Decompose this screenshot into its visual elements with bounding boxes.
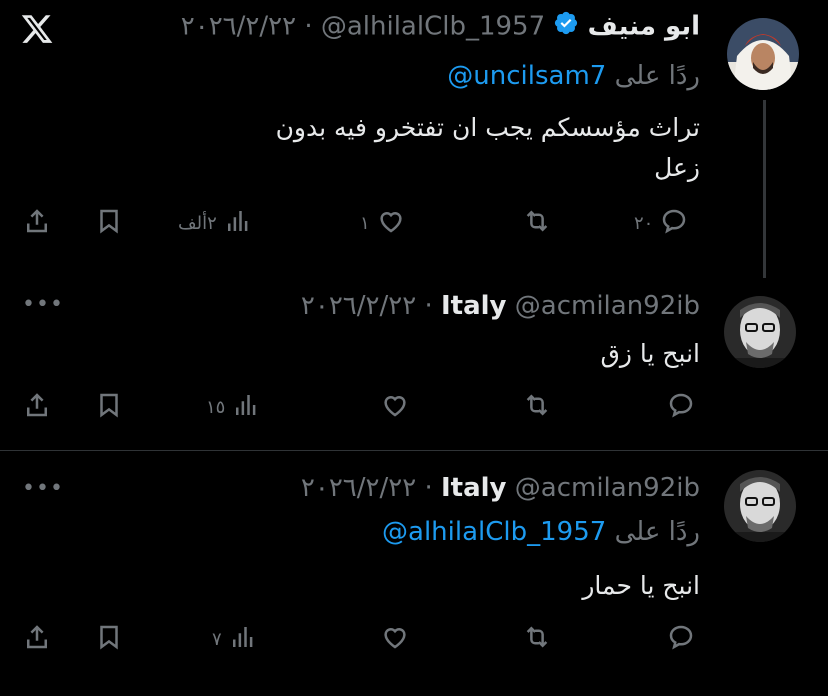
reply-button[interactable] xyxy=(666,390,696,425)
bookmark-button[interactable] xyxy=(94,206,124,241)
like-button[interactable]: ١ xyxy=(360,206,406,241)
tweet-header: ابو منيف @alhilalClb_1957 · ٢٠٢٦/٢/٢٢ xyxy=(181,10,700,44)
avatar[interactable] xyxy=(724,470,796,542)
reply-icon xyxy=(666,390,696,425)
reply-to-handle[interactable]: @uncilsam7 xyxy=(447,61,606,91)
views-button[interactable]: ١٥ xyxy=(206,390,261,425)
share-button[interactable] xyxy=(22,390,52,425)
bookmark-button[interactable] xyxy=(94,390,124,425)
more-icon[interactable]: ••• xyxy=(22,476,64,501)
share-icon xyxy=(22,390,52,425)
author-name[interactable]: Italy xyxy=(441,473,507,503)
views-icon xyxy=(231,390,261,425)
author-name[interactable]: Italy xyxy=(441,291,507,321)
retweet-icon xyxy=(522,206,552,241)
tweet-text-line: انبح يا زق xyxy=(600,339,700,368)
like-icon xyxy=(380,622,410,657)
verified-badge-icon xyxy=(553,10,579,44)
views-button[interactable]: ٧ xyxy=(212,622,258,657)
share-icon xyxy=(22,622,52,657)
dot-separator: · xyxy=(424,473,433,503)
tweet-date[interactable]: ٢٠٢٦/٢/٢٢ xyxy=(181,12,296,42)
reply-button[interactable]: ٢٠ xyxy=(634,206,689,241)
tweet-separator xyxy=(0,450,828,451)
views-count: ٧ xyxy=(212,629,222,650)
reply-context: ردًا على @alhilalClb_1957 xyxy=(382,516,700,548)
thread-line xyxy=(763,100,766,278)
author-handle[interactable]: @alhilalClb_1957 xyxy=(321,12,545,42)
tweet-header: Italy @acmilan92ib · ٢٠٢٦/٢/٢٢ xyxy=(301,290,700,322)
tweet-text: تراث مؤسسكم يجب ان تفتخرو فيه بدون زعل xyxy=(180,108,700,188)
views-icon xyxy=(223,206,253,241)
bookmark-button[interactable] xyxy=(94,622,124,657)
reply-count: ٢٠ xyxy=(634,213,654,234)
bookmark-icon xyxy=(94,622,124,657)
reply-to-handle[interactable]: @alhilalClb_1957 xyxy=(382,517,606,547)
author-handle[interactable]: @acmilan92ib xyxy=(515,473,700,503)
tweet-date[interactable]: ٢٠٢٦/٢/٢٢ xyxy=(301,291,416,321)
retweet-button[interactable] xyxy=(522,206,552,241)
tweet-date[interactable]: ٢٠٢٦/٢/٢٢ xyxy=(301,473,416,503)
tweet-text-line: زعل xyxy=(654,153,700,182)
retweet-icon xyxy=(522,390,552,425)
avatar[interactable] xyxy=(724,296,796,368)
tweet-text: انبح يا زق xyxy=(180,334,700,374)
reply-icon xyxy=(659,206,689,241)
dot-separator: · xyxy=(304,11,313,42)
reply-icon xyxy=(666,622,696,657)
views-button[interactable]: ٢ألف xyxy=(178,206,253,241)
reply-context: ردًا على @uncilsam7 xyxy=(447,60,700,92)
reply-prefix: ردًا على xyxy=(614,517,700,547)
like-button[interactable] xyxy=(380,622,410,657)
avatar[interactable] xyxy=(727,18,799,90)
author-name[interactable]: ابو منيف xyxy=(588,12,700,42)
share-button[interactable] xyxy=(22,206,52,241)
dot-separator: · xyxy=(424,291,433,321)
views-count: ١٥ xyxy=(206,397,226,418)
like-count: ١ xyxy=(360,213,370,234)
views-count: ٢ألف xyxy=(178,213,217,234)
x-logo-icon[interactable] xyxy=(20,12,54,46)
retweet-button[interactable] xyxy=(522,390,552,425)
tweet-text-line: تراث مؤسسكم يجب ان تفتخرو فيه بدون xyxy=(275,113,700,142)
bookmark-icon xyxy=(94,390,124,425)
like-icon xyxy=(376,206,406,241)
like-button[interactable] xyxy=(380,390,410,425)
retweet-icon xyxy=(522,622,552,657)
share-icon xyxy=(22,206,52,241)
reply-prefix: ردًا على xyxy=(614,61,700,91)
bookmark-icon xyxy=(94,206,124,241)
views-icon xyxy=(228,622,258,657)
author-handle[interactable]: @acmilan92ib xyxy=(515,291,700,321)
tweet-text-line: انبح يا حمار xyxy=(582,571,700,600)
retweet-button[interactable] xyxy=(522,622,552,657)
like-icon xyxy=(380,390,410,425)
tweet-header: Italy @acmilan92ib · ٢٠٢٦/٢/٢٢ xyxy=(301,472,700,504)
share-button[interactable] xyxy=(22,622,52,657)
reply-button[interactable] xyxy=(666,622,696,657)
tweet-text: انبح يا حمار xyxy=(180,566,700,606)
more-icon[interactable]: ••• xyxy=(22,292,64,317)
